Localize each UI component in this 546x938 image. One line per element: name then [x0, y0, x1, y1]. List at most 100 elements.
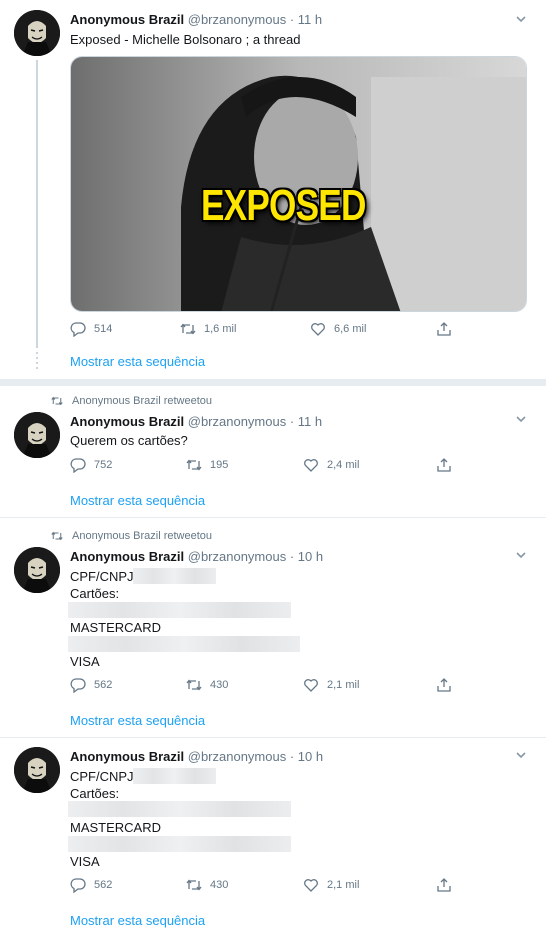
tweet-header: Anonymous Brazil @brzanonymous · 10 h — [70, 549, 323, 564]
display-name[interactable]: Anonymous Brazil — [70, 549, 184, 564]
caret-down-icon[interactable] — [514, 12, 528, 26]
show-thread-link[interactable]: Mostrar esta sequência — [70, 713, 205, 728]
timeline-feed: Anonymous Brazil @brzanonymous · 11 h Ex… — [0, 0, 546, 938]
timestamp[interactable]: · 11 h — [290, 414, 322, 429]
avatar-mask-icon — [14, 747, 60, 793]
tweet-header: Anonymous Brazil @brzanonymous · 10 h — [70, 749, 323, 764]
reply-count: 562 — [94, 679, 113, 691]
timestamp[interactable]: · 11 h — [290, 12, 322, 27]
mastercard-label: MASTERCARD — [70, 620, 162, 635]
like-button[interactable]: 2,1 mil — [303, 877, 359, 893]
tweet-actions: 752 195 2,4 mil — [70, 457, 460, 475]
reply-icon — [70, 678, 86, 693]
retweet-button[interactable]: 195 — [186, 457, 228, 473]
thread-connector — [36, 60, 38, 348]
retweet-button[interactable]: 430 — [186, 877, 228, 893]
redacted-cpf — [133, 768, 216, 784]
tweet-actions: 562 430 2,1 mil — [70, 677, 460, 695]
retweeted-by-label[interactable]: Anonymous Brazil retweetou — [72, 530, 212, 542]
mastercard-label: MASTERCARD — [70, 820, 162, 835]
retweet-icon — [180, 323, 196, 335]
caret-down-icon[interactable] — [514, 748, 528, 762]
reply-icon — [70, 458, 86, 473]
cpf-label: CPF/CNPJ: — [70, 769, 138, 784]
retweet-count: 430 — [210, 679, 229, 691]
share-button[interactable] — [436, 677, 452, 693]
reply-button[interactable]: 562 — [70, 677, 112, 693]
tweet-actions: 514 1,6 mil 6,6 mil — [70, 321, 460, 339]
retweet-context: Anonymous Brazil retweetou — [50, 395, 212, 407]
tweet-2[interactable]: Anonymous Brazil retweetou Anonymous Bra… — [0, 386, 546, 518]
redacted-mastercard — [68, 836, 291, 852]
caret-down-icon[interactable] — [514, 548, 528, 562]
avatar-mask-icon — [14, 412, 60, 458]
media-overlay-text: EXPOSED — [201, 181, 366, 230]
reply-button[interactable]: 752 — [70, 457, 112, 473]
tweet-3[interactable]: Anonymous Brazil retweetou Anonymous Bra… — [0, 518, 546, 738]
avatar[interactable] — [14, 412, 60, 458]
like-icon — [304, 879, 318, 892]
reply-button[interactable]: 514 — [70, 321, 112, 337]
show-thread-link[interactable]: Mostrar esta sequência — [70, 493, 205, 508]
tweet-header: Anonymous Brazil @brzanonymous · 11 h — [70, 414, 322, 429]
tweet-text: Exposed - Michelle Bolsonaro ; a thread — [70, 32, 301, 47]
share-button[interactable] — [436, 457, 452, 473]
retweet-button[interactable]: 430 — [186, 677, 228, 693]
avatar[interactable] — [14, 547, 60, 593]
display-name[interactable]: Anonymous Brazil — [70, 749, 184, 764]
redacted-cpf — [133, 568, 216, 584]
timestamp[interactable]: · 10 h — [290, 749, 323, 764]
show-thread-link[interactable]: Mostrar esta sequência — [70, 354, 205, 369]
handle[interactable]: @brzanonymous — [188, 749, 286, 764]
caret-down-icon[interactable] — [514, 412, 528, 426]
retweet-count: 1,6 mil — [204, 323, 237, 335]
like-icon — [304, 459, 318, 472]
reply-button[interactable]: 562 — [70, 877, 112, 893]
reply-count: 562 — [94, 879, 113, 891]
visa-label: VISA — [70, 854, 100, 869]
cards-label: Cartões: — [70, 786, 120, 801]
tweet-media-image[interactable]: EXPOSED — [70, 56, 527, 312]
share-icon — [437, 322, 451, 336]
display-name[interactable]: Anonymous Brazil — [70, 12, 184, 27]
cards-label: Cartões: — [70, 586, 120, 601]
handle[interactable]: @brzanonymous — [188, 12, 286, 27]
retweet-icon — [186, 679, 202, 691]
tweet-4[interactable]: Anonymous Brazil @brzanonymous · 10 h CP… — [0, 738, 546, 938]
show-thread-link[interactable]: Mostrar esta sequência — [70, 913, 205, 928]
like-count: 2,4 mil — [327, 459, 360, 471]
handle[interactable]: @brzanonymous — [188, 549, 286, 564]
like-button[interactable]: 2,1 mil — [303, 677, 359, 693]
handle[interactable]: @brzanonymous — [188, 414, 286, 429]
share-icon — [437, 458, 451, 472]
display-name[interactable]: Anonymous Brazil — [70, 414, 184, 429]
avatar-mask-icon — [14, 547, 60, 593]
tweet-1[interactable]: Anonymous Brazil @brzanonymous · 11 h Ex… — [0, 0, 546, 380]
retweet-context: Anonymous Brazil retweetou — [50, 530, 212, 542]
avatar[interactable] — [14, 10, 60, 56]
avatar-mask-icon — [14, 10, 60, 56]
thread-dots — [36, 352, 38, 372]
reply-count: 514 — [94, 323, 113, 335]
avatar[interactable] — [14, 747, 60, 793]
like-button[interactable]: 2,4 mil — [303, 457, 359, 473]
reply-count: 752 — [94, 459, 113, 471]
redacted-card-line — [68, 801, 291, 817]
retweet-button[interactable]: 1,6 mil — [180, 321, 236, 337]
retweet-icon — [51, 396, 63, 406]
like-icon — [311, 323, 325, 336]
retweet-icon — [51, 531, 63, 541]
visa-label: VISA — [70, 654, 100, 669]
reply-icon — [70, 878, 86, 893]
tweet-header: Anonymous Brazil @brzanonymous · 11 h — [70, 12, 322, 27]
timestamp[interactable]: · 10 h — [290, 549, 323, 564]
like-count: 2,1 mil — [327, 679, 360, 691]
retweeted-by-label[interactable]: Anonymous Brazil retweetou — [72, 395, 212, 407]
share-button[interactable] — [436, 321, 452, 337]
share-icon — [437, 878, 451, 892]
like-button[interactable]: 6,6 mil — [310, 321, 366, 337]
reply-icon — [70, 322, 86, 337]
like-count: 2,1 mil — [327, 879, 360, 891]
redacted-card-line — [68, 602, 291, 618]
share-button[interactable] — [436, 877, 452, 893]
